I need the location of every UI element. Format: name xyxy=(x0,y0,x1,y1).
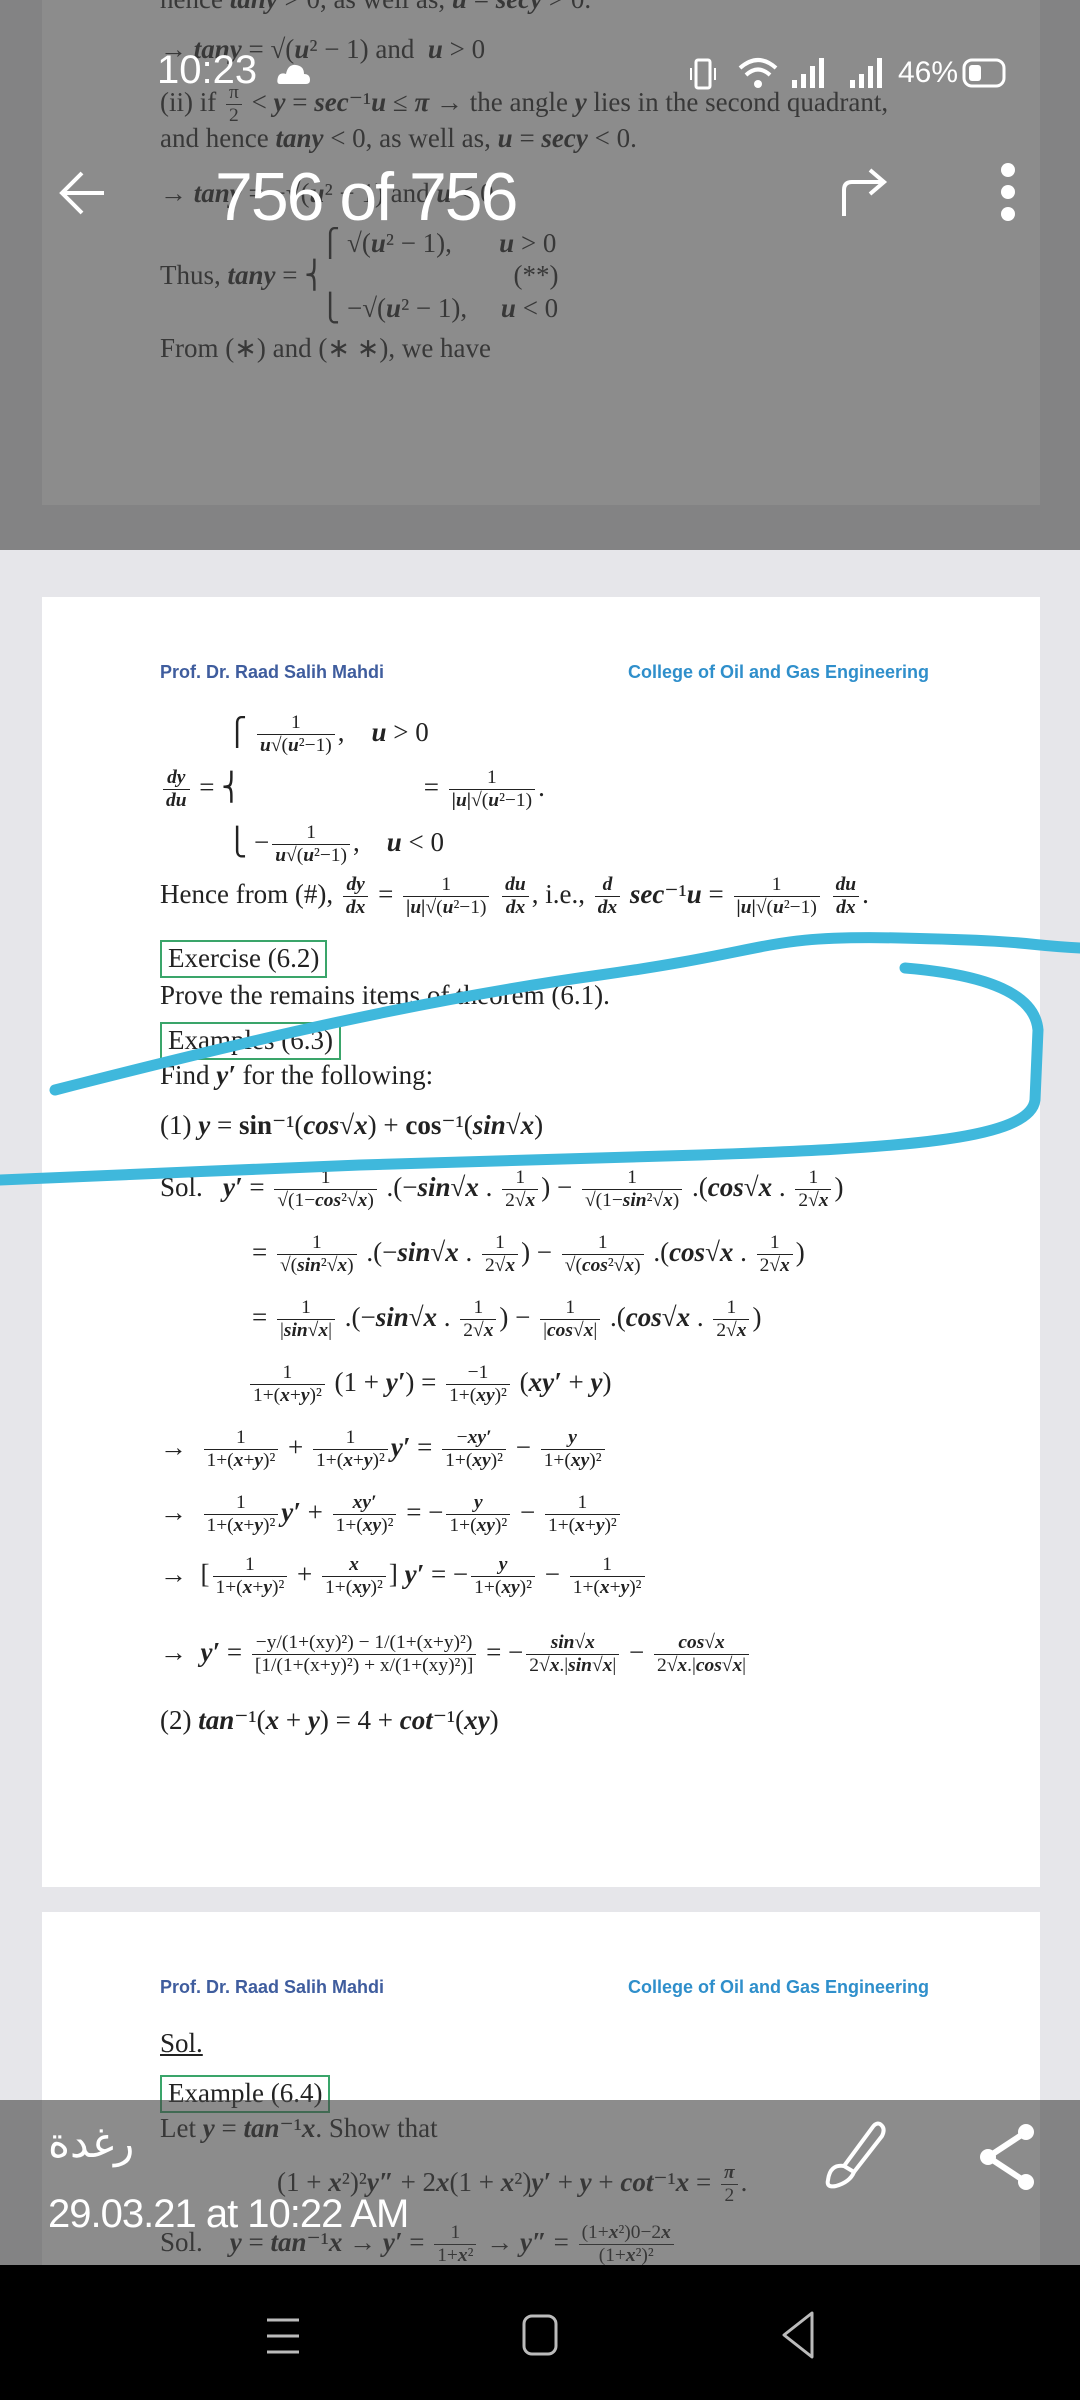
fraction: 1 2√x xyxy=(460,1297,497,1343)
message-timestamp: 29.03.21 at 10:22 AM xyxy=(48,2192,409,2236)
fraction: 1 u√(u²−1) xyxy=(272,822,350,868)
share-icon[interactable] xyxy=(978,2122,1038,2192)
doc-line: = 1 √(sin²√x) .(−sin√x . 1 2√x) − 1 √(cos²√… xyxy=(252,1232,805,1278)
fraction: 1 |u|√(u²−1) xyxy=(448,767,536,813)
doc-line: Find y′ for the following: xyxy=(160,1060,434,1090)
examples-label-box: Examples (6.3) xyxy=(160,1022,341,1060)
fraction: −1 1+(xy)² xyxy=(446,1362,510,1408)
back-arrow-icon[interactable] xyxy=(58,168,108,218)
fraction: cos√x 2√x.|cos√x| xyxy=(653,1632,750,1678)
doc-line: → [1 1+(x+y)² + x 1+(xy)²] y′ = − y 1+(xy)² … xyxy=(160,1554,648,1600)
more-options-icon[interactable] xyxy=(998,162,1018,222)
fraction: 1 1+(x+y)² xyxy=(203,1427,279,1473)
home-icon[interactable] xyxy=(520,2313,560,2357)
fraction: 1 1+(x+y)² xyxy=(203,1492,279,1538)
doc-line: Sol. y′ = 1 √(1−cos²√x) .(−sin√x . 1 2√x) … xyxy=(160,1167,844,1213)
fraction: 1 u√(u²−1) xyxy=(257,712,335,758)
doc-line: 1 1+(x+y)² (1 + y′) = −1 1+(xy)² (xy′ + y) xyxy=(247,1362,611,1408)
fraction: 1 2√x xyxy=(481,1232,519,1278)
fraction: 1 1+(x+y)² xyxy=(544,1492,620,1538)
fraction: 1 |u|√(u²−1) xyxy=(403,874,490,920)
fraction: 1 2√x xyxy=(502,1167,539,1213)
fraction: 1 1+(x+y)² xyxy=(250,1362,325,1408)
fraction: sin√x 2√x.|sin√x| xyxy=(526,1632,620,1678)
doc-line: Prove the remains items of theorem (6.1)… xyxy=(160,980,610,1010)
doc-line: → y′ = −y/(1+(xy)²) − 1/(1+(x+y)²) [1/(1+… xyxy=(160,1632,752,1678)
fraction: y 1+(xy)² xyxy=(446,1492,511,1538)
fraction: x 1+(xy)² xyxy=(322,1554,386,1600)
fraction: 1 |cos√x| xyxy=(540,1297,601,1343)
fraction: 1 √(1−cos²√x) xyxy=(274,1167,377,1213)
fraction: dy dx xyxy=(342,874,369,920)
fraction: 1 1+(x+y)² xyxy=(212,1554,288,1600)
page-header-author: Prof. Dr. Raad Salih Mahdi xyxy=(160,662,385,682)
fraction: du dx xyxy=(502,874,529,920)
fraction: xy′ 1+(xy)² xyxy=(332,1492,397,1538)
fraction: 1 1+(x+y)² xyxy=(313,1427,388,1473)
battery-icon xyxy=(962,58,1006,88)
doc-line: (1) y = sin⁻¹(cos√x) + cos⁻¹(sin√x) xyxy=(160,1110,544,1140)
fraction: dy du xyxy=(163,767,190,813)
cloud-icon xyxy=(277,64,310,84)
doc-line: → 1 1+(x+y)² y′ + xy′ 1+(xy)² = − y 1+(xy)² −… xyxy=(160,1492,623,1538)
fraction: y 1+(xy)² xyxy=(540,1427,605,1473)
fraction: 1 √(sin²√x) xyxy=(276,1232,357,1278)
fraction: 1 2√x xyxy=(713,1297,750,1343)
doc-line: → 1 1+(x+y)² + 1 1+(x+y)² y′ = −xy′ 1+(xy)² … xyxy=(160,1427,608,1473)
doc-line: dy du = ⎨ = 1 |u|√(u²−1). xyxy=(160,767,545,813)
system-nav-bar xyxy=(0,2265,1080,2400)
signal-icon-1 xyxy=(792,58,824,88)
fraction: y 1+(xy)² xyxy=(471,1554,535,1600)
doc-line: (2) tan⁻¹(x + y) = 4 + cot⁻¹(xy) xyxy=(160,1705,499,1735)
page-header-college: College of Oil and Gas Engineering xyxy=(628,662,930,682)
pdf-page-2: Prof. Dr. Raad Salih Mahdi College of Oi… xyxy=(42,597,1040,1887)
page-header-author: Prof. Dr. Raad Salih Mahdi xyxy=(160,1977,385,1997)
fraction: 1 2√x xyxy=(756,1232,793,1278)
fraction: 1 |sin√x| xyxy=(276,1297,335,1343)
fraction: du dx xyxy=(832,874,860,920)
fraction: 1 |u|√(u²−1) xyxy=(733,874,820,920)
doc-line: ⎩ −1 u√(u²−1), u < 0 xyxy=(227,822,445,868)
back-nav-icon[interactable] xyxy=(778,2310,818,2360)
fraction: 1 √(cos²√x) xyxy=(561,1232,644,1278)
fraction: −y/(1+(xy)²) − 1/(1+(x+y)²) [1/(1+(x+y)²)… xyxy=(251,1632,477,1678)
viewer-bottom-bar: رغدة 29.03.21 at 10:22 AM xyxy=(0,2100,1080,2265)
doc-line: Hence from (#), dy dx = 1 |u|√(u²−1) du dx,… xyxy=(160,874,869,920)
viewer-top-bar: 10:23 46% 756 of 756 xyxy=(0,0,1080,550)
edit-brush-icon[interactable] xyxy=(820,2120,890,2190)
fraction: 1 1+(x+y)² xyxy=(569,1554,645,1600)
status-time: 10:23 xyxy=(157,48,258,92)
sender-name: رغدة xyxy=(48,2118,135,2167)
share-forward-icon[interactable] xyxy=(838,168,890,218)
fraction: 1 2√x xyxy=(795,1167,832,1213)
recent-apps-icon[interactable] xyxy=(263,2316,303,2356)
wifi-icon xyxy=(738,58,778,88)
fraction: −xy′ 1+(xy)² xyxy=(442,1427,506,1473)
page-counter: 756 of 756 xyxy=(215,159,518,235)
battery-percent: 46% xyxy=(898,56,959,89)
page-header-college: College of Oil and Gas Engineering xyxy=(628,1977,930,1997)
exercise-label-box: Exercise (6.2) xyxy=(160,940,328,978)
fraction: 1 √(1−sin²√x) xyxy=(581,1167,683,1213)
signal-icon-2 xyxy=(850,58,882,88)
doc-line: ⎧ 1 u√(u²−1), u > 0 xyxy=(227,712,429,758)
vibrate-icon xyxy=(690,58,716,90)
doc-line: Sol. xyxy=(160,2028,203,2058)
doc-line: = 1 |sin√x| .(−sin√x . 1 2√x) − 1 |cos√x| .… xyxy=(252,1297,762,1343)
fraction: d dx xyxy=(594,874,621,920)
